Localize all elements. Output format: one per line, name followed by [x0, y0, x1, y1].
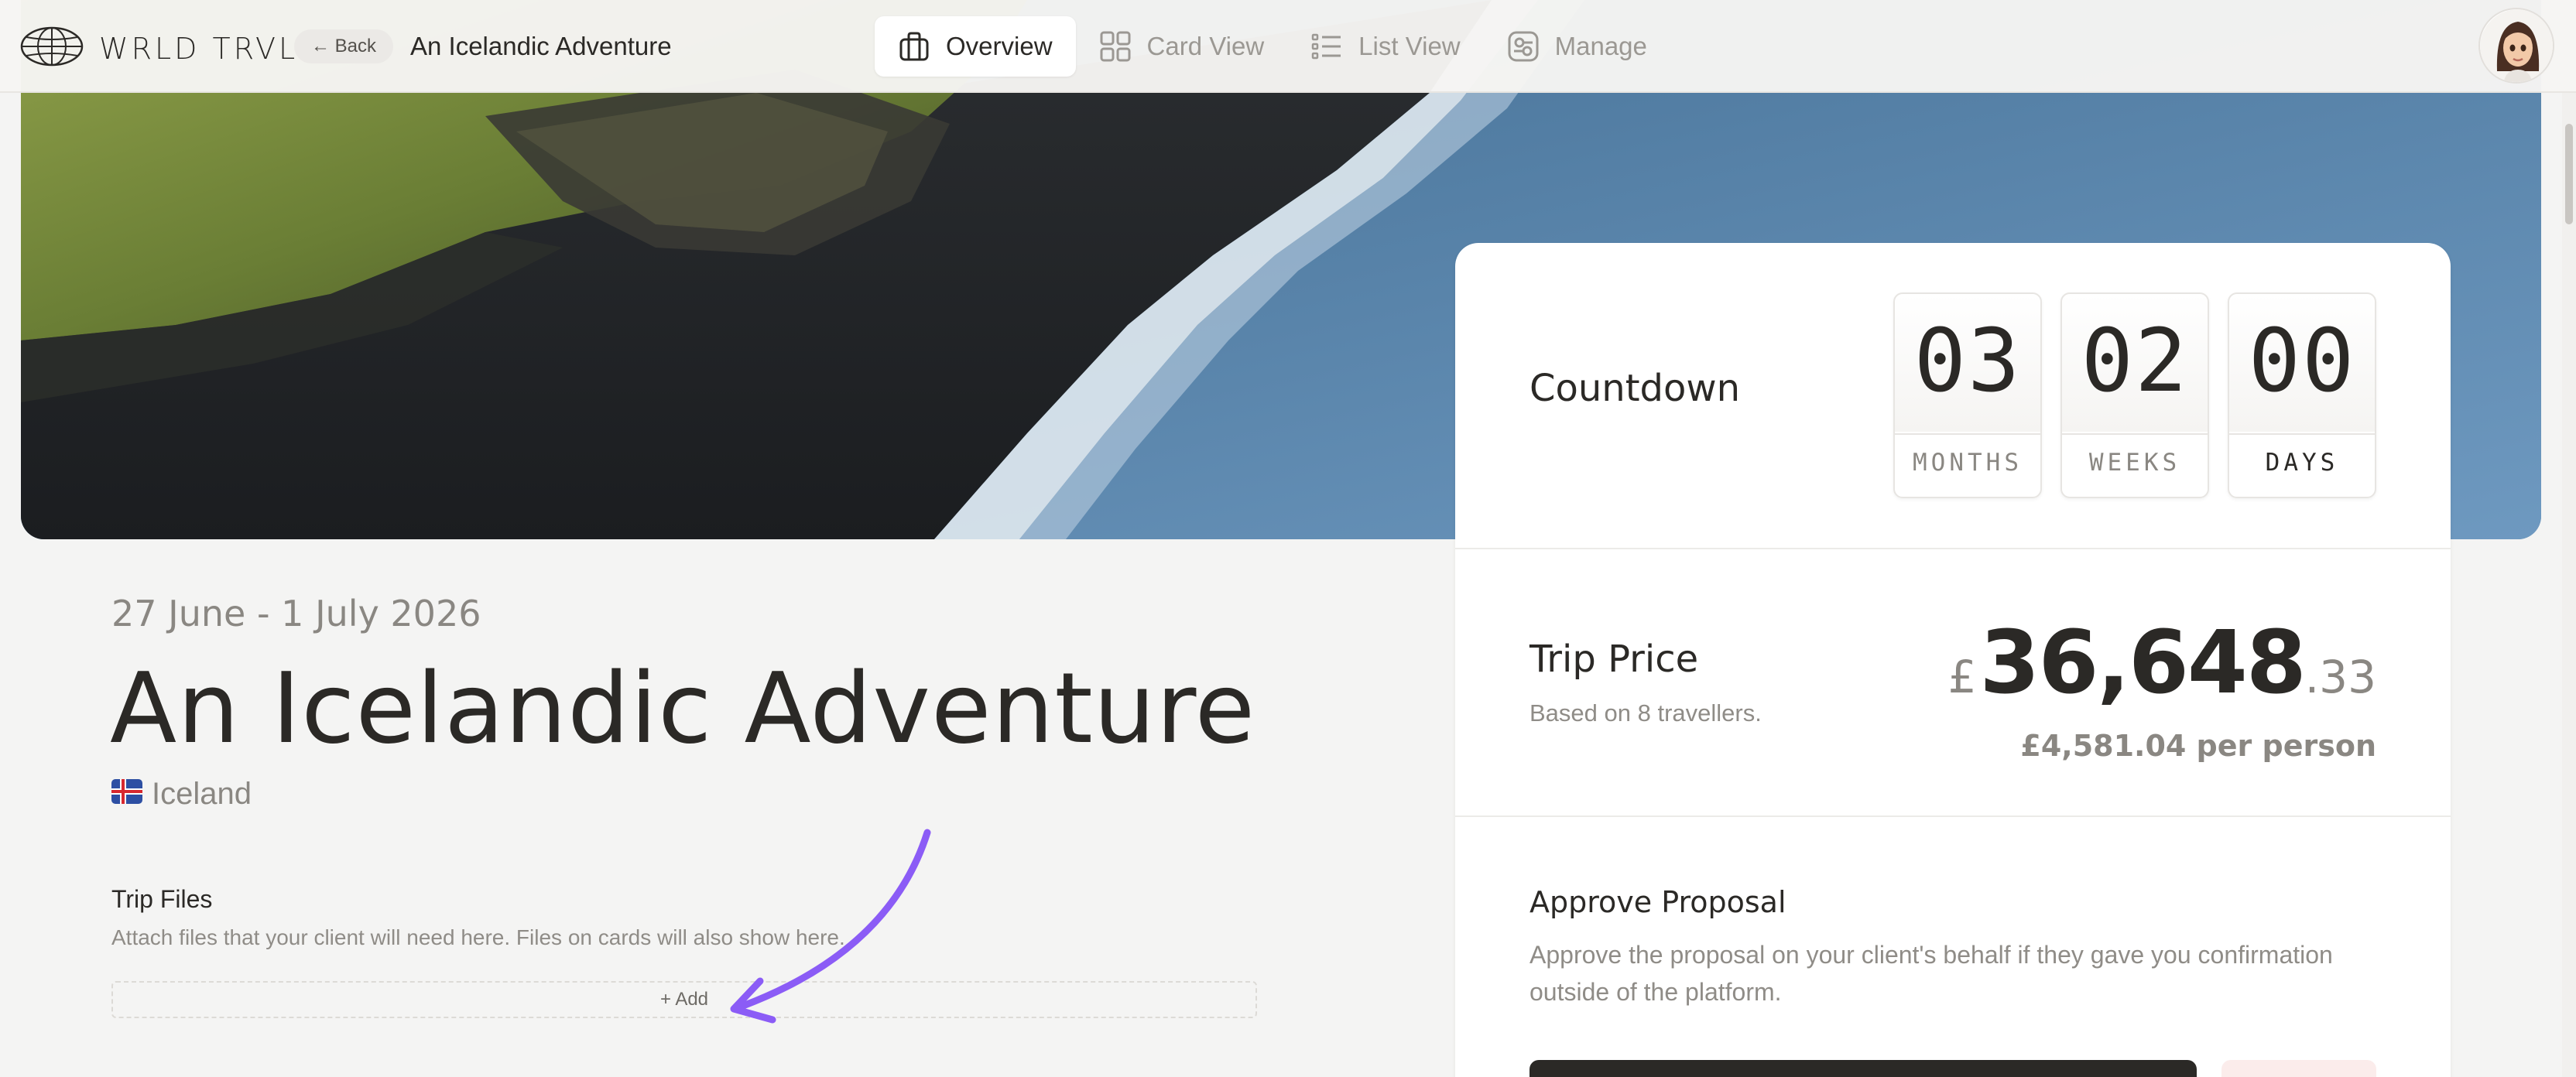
back-button[interactable]: ← Back — [294, 29, 394, 63]
iceland-flag-icon — [111, 777, 142, 812]
annotation-arrow-icon — [730, 829, 931, 1024]
tab-card-view[interactable]: Card View — [1076, 16, 1288, 77]
list-icon — [1310, 30, 1343, 63]
tab-label: Overview — [946, 32, 1053, 60]
tab-overview[interactable]: Overview — [875, 16, 1076, 77]
countdown-weeks-value: 02 — [2081, 311, 2189, 412]
countdown-weeks: 02 WEEKS — [2060, 292, 2209, 498]
price-whole: 36,648 — [1979, 613, 2307, 713]
scrollbar-thumb[interactable] — [2565, 124, 2573, 224]
price-currency: £ — [1947, 651, 1977, 703]
trip-dates: 27 June - 1 July 2026 — [111, 593, 481, 634]
approve-button[interactable] — [1530, 1060, 2197, 1077]
countdown-months: 03 MONTHS — [1893, 292, 2042, 498]
divider — [2062, 433, 2208, 435]
divider — [1895, 433, 2040, 435]
tab-label: List View — [1358, 32, 1461, 60]
trip-location: Iceland — [111, 777, 252, 812]
price-per-person: £4,581.04 per person — [2020, 729, 2376, 763]
tab-manage[interactable]: Manage — [1484, 16, 1670, 77]
countdown-days-value: 00 — [2248, 311, 2356, 412]
trip-files-heading: Trip Files — [111, 885, 213, 913]
countdown-label: Countdown — [1530, 367, 1741, 410]
trip-summary-panel: Countdown 03 MONTHS 02 WEEKS 00 DAYS Tri… — [1455, 243, 2451, 1077]
countdown-months-unit: MONTHS — [1913, 449, 2023, 477]
trip-title: An Icelandic Adventure — [110, 651, 1256, 765]
grid-icon — [1099, 30, 1132, 63]
tab-label: Card View — [1146, 32, 1265, 60]
add-file-button[interactable]: + Add — [111, 981, 1257, 1018]
countdown-section: Countdown 03 MONTHS 02 WEEKS 00 DAYS — [1455, 243, 2451, 549]
page-title: An Icelandic Adventure — [410, 32, 672, 60]
countdown-days: 00 DAYS — [2228, 292, 2376, 498]
brand-logo[interactable]: WRLD TRVL — [20, 26, 298, 70]
trip-price-label: Trip Price — [1530, 638, 1699, 681]
approve-proposal-heading: Approve Proposal — [1530, 885, 1786, 919]
countdown-weeks-unit: WEEKS — [2088, 449, 2181, 477]
top-navigation: WRLD TRVL ← Back An Icelandic Adventure … — [0, 0, 2576, 93]
tab-label: Manage — [1554, 32, 1647, 60]
briefcase-icon — [898, 30, 930, 63]
divider — [2229, 433, 2375, 435]
globe-icon — [20, 26, 84, 70]
brand-name: WRLD TRVL — [99, 31, 299, 66]
approve-proposal-description: Approve the proposal on your client's be… — [1530, 941, 2333, 1006]
country-name: Iceland — [152, 777, 252, 811]
countdown-months-value: 03 — [1913, 311, 2022, 412]
user-avatar[interactable] — [2478, 8, 2554, 84]
price-decimal: .33 — [2304, 651, 2376, 703]
countdown-days-unit: DAYS — [2265, 449, 2339, 477]
scrollbar-track[interactable] — [2562, 93, 2576, 1077]
view-tabs: Overview Card View List View Manage — [875, 16, 1670, 77]
settings-panel-icon — [1507, 30, 1540, 63]
trip-price-total: £ 36,648 .33 — [1948, 613, 2376, 713]
trip-price-subtitle: Based on 8 travellers. — [1530, 699, 1762, 727]
tab-list-view[interactable]: List View — [1287, 16, 1483, 77]
decline-button[interactable] — [2221, 1060, 2376, 1077]
